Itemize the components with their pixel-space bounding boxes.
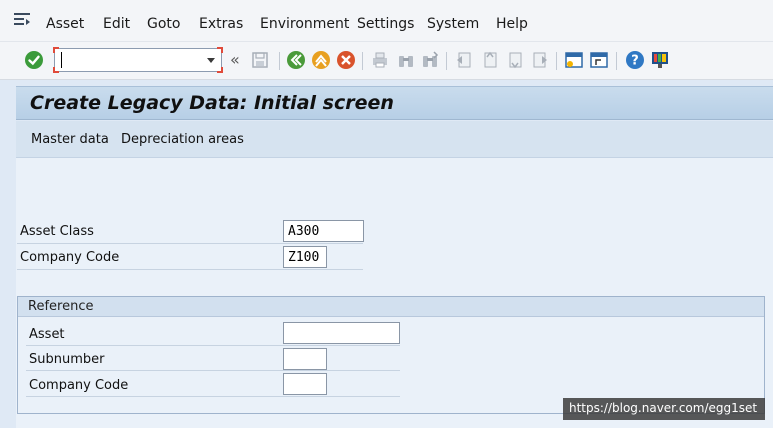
command-dropdown-icon[interactable] bbox=[207, 58, 215, 63]
menu-bar: Asset Edit Goto Extras Environment Setti… bbox=[0, 0, 773, 42]
previous-page-icon[interactable] bbox=[480, 50, 500, 70]
menu-help[interactable]: Help bbox=[496, 16, 528, 32]
reference-subnumber-input[interactable] bbox=[283, 348, 327, 370]
text-caret bbox=[61, 52, 62, 68]
find-icon[interactable] bbox=[396, 50, 416, 70]
master-data-button[interactable]: Master data bbox=[31, 132, 109, 147]
svg-text:?: ? bbox=[631, 54, 639, 69]
menu-environment[interactable]: Environment bbox=[260, 16, 349, 32]
next-page-icon[interactable] bbox=[505, 50, 525, 70]
company-code-input[interactable] bbox=[283, 246, 327, 268]
reference-group-header: Reference bbox=[18, 297, 764, 317]
watermark: https://blog.naver.com/egg1set bbox=[563, 398, 765, 420]
exit-icon[interactable] bbox=[311, 50, 331, 70]
back-icon[interactable] bbox=[286, 50, 306, 70]
reference-group-title: Reference bbox=[28, 299, 94, 314]
reference-subnumber-label: Subnumber bbox=[29, 352, 105, 367]
asset-class-label: Asset Class bbox=[20, 224, 94, 239]
cancel-icon[interactable] bbox=[336, 50, 356, 70]
customize-layout-icon[interactable] bbox=[650, 50, 670, 70]
application-toolbar: Master data Depreciation areas bbox=[16, 121, 773, 158]
menu-extras[interactable]: Extras bbox=[199, 16, 243, 32]
shortcut-icon[interactable] bbox=[589, 50, 609, 70]
depreciation-areas-button[interactable]: Depreciation areas bbox=[121, 132, 244, 147]
command-field[interactable] bbox=[53, 47, 223, 73]
help-icon[interactable]: ? bbox=[625, 50, 645, 70]
menu-settings[interactable]: Settings bbox=[357, 16, 414, 32]
standard-toolbar: « ? bbox=[0, 42, 773, 80]
menu-goto[interactable]: Goto bbox=[147, 16, 180, 32]
company-code-label: Company Code bbox=[20, 250, 120, 265]
reference-asset-input[interactable] bbox=[283, 322, 400, 344]
menu-system[interactable]: System bbox=[427, 16, 479, 32]
reference-asset-label: Asset bbox=[29, 327, 65, 342]
collapse-command-icon[interactable]: « bbox=[230, 50, 240, 69]
command-input[interactable] bbox=[59, 51, 197, 69]
menu-edit[interactable]: Edit bbox=[103, 16, 130, 32]
page-title: Create Legacy Data: Initial screen bbox=[30, 92, 394, 114]
screen-title-bar: Create Legacy Data: Initial screen bbox=[16, 86, 773, 120]
last-page-icon[interactable] bbox=[530, 50, 550, 70]
menu-list-icon[interactable] bbox=[13, 12, 31, 28]
asset-class-input[interactable] bbox=[283, 220, 364, 242]
enter-check-icon[interactable] bbox=[24, 50, 44, 70]
print-icon[interactable] bbox=[370, 50, 390, 70]
menu-asset[interactable]: Asset bbox=[46, 16, 84, 32]
new-session-icon[interactable] bbox=[564, 50, 584, 70]
first-page-icon[interactable] bbox=[454, 50, 474, 70]
reference-company-code-input[interactable] bbox=[283, 373, 327, 395]
save-icon[interactable] bbox=[250, 50, 270, 70]
reference-company-code-label: Company Code bbox=[29, 378, 129, 393]
find-next-icon[interactable] bbox=[420, 50, 440, 70]
